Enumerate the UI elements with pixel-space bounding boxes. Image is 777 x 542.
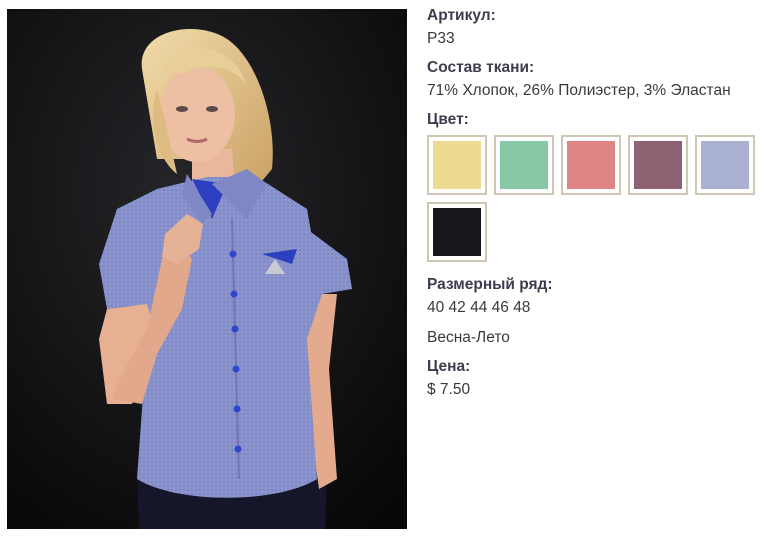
swatch-yellow[interactable] [427, 135, 487, 195]
model-photo [7, 9, 407, 529]
swatch-yellow-fill [433, 141, 481, 189]
swatch-mint[interactable] [494, 135, 554, 195]
swatch-mauve-fill [634, 141, 682, 189]
color-swatches [427, 135, 777, 269]
swatch-coral[interactable] [561, 135, 621, 195]
size-label: Размерный ряд: [427, 276, 553, 293]
article-label: Артикул: [427, 7, 496, 24]
size-value: 40 42 44 46 48 [427, 299, 531, 316]
swatch-coral-fill [567, 141, 615, 189]
swatch-lavender[interactable] [695, 135, 755, 195]
swatch-black[interactable] [427, 202, 487, 262]
price-value: $ 7.50 [427, 381, 471, 398]
fabric-label: Состав ткани: [427, 59, 535, 76]
season-value: Весна-Лето [427, 329, 510, 346]
product-image[interactable] [7, 9, 407, 529]
swatch-lavender-fill [701, 141, 749, 189]
product-details: Артикул: P33 Состав ткани: 71% Хлопок, 2… [427, 6, 767, 400]
article-value: P33 [427, 30, 455, 47]
fabric-value: 71% Хлопок, 26% Полиэстер, 3% Эластан [427, 82, 731, 99]
swatch-mauve[interactable] [628, 135, 688, 195]
color-label: Цвет: [427, 111, 469, 128]
price-label: Цена: [427, 358, 471, 375]
swatch-mint-fill [500, 141, 548, 189]
swatch-black-fill [433, 208, 481, 256]
